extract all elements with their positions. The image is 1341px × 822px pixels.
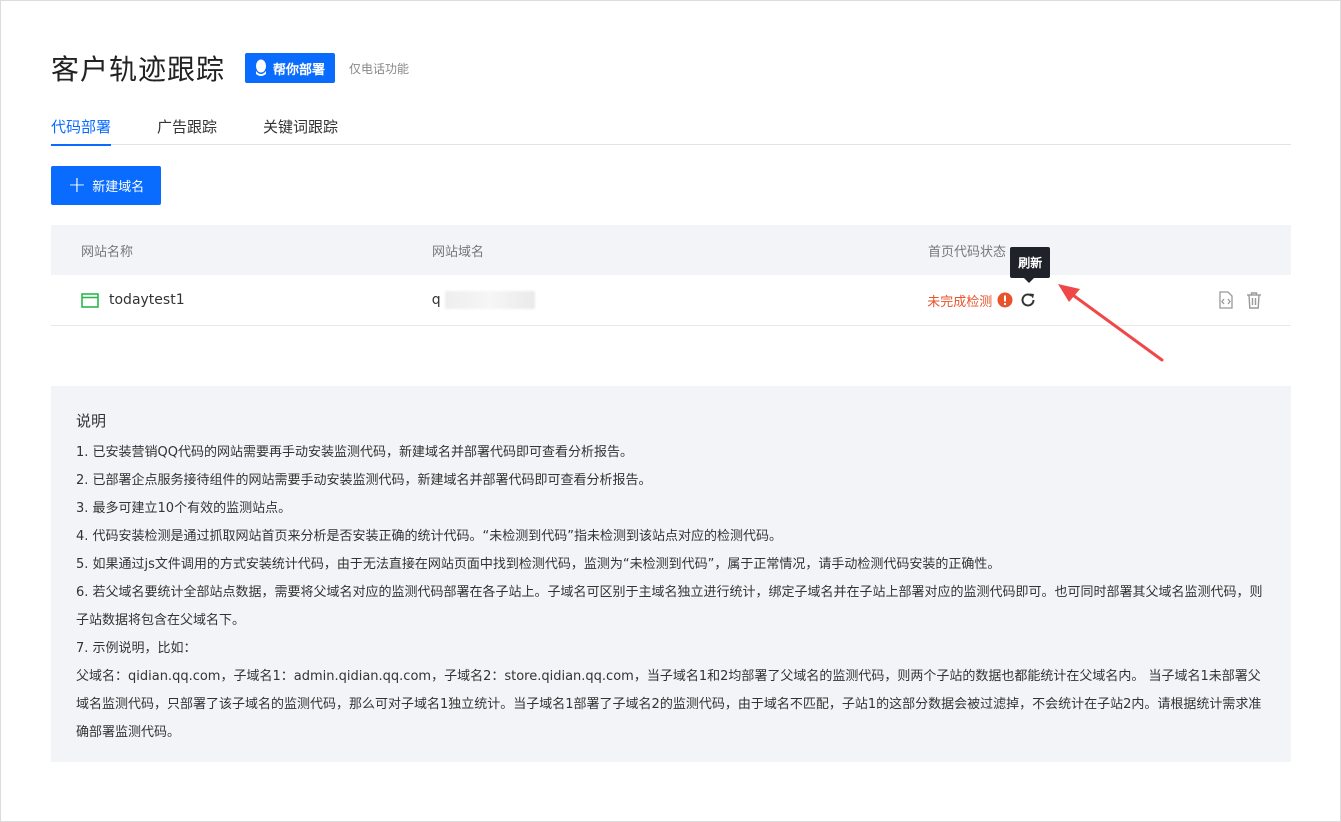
website-icon <box>81 292 99 308</box>
site-name: todaytest1 <box>109 292 185 308</box>
refresh-tooltip: 刷新 <box>1010 246 1051 283</box>
note-line: 2. 已部署企点服务接待组件的网站需要手动安装监测代码，新建域名并部署代码即可查… <box>76 473 652 488</box>
column-header-site-name: 网站名称 <box>81 244 134 260</box>
note-line: 4. 代码安装检测是通过抓取网站首页来分析是否安装正确的统计代码。“未检测到代码… <box>76 529 783 544</box>
note-line: 5. 如果通过js文件调用的方式安装统计代码，由于无法直接在网站页面中找到检测代… <box>76 557 1001 572</box>
note-line: 3. 最多可建立10个有效的监测站点。 <box>76 501 292 516</box>
tab-keyword-tracking[interactable]: 关键词跟踪 <box>263 108 338 145</box>
note-line: 7. 示例说明，比如： <box>76 641 197 656</box>
help-deploy-label: 帮你部署 <box>273 62 326 78</box>
site-domain: q <box>431 292 441 308</box>
status-text: 未完成检测 <box>927 294 993 310</box>
tab-bar: 代码部署 广告跟踪 关键词跟踪 <box>51 108 1291 146</box>
warning-icon <box>997 292 1013 308</box>
column-header-domain: 网站域名 <box>432 244 485 260</box>
tab-code-deploy[interactable]: 代码部署 <box>51 108 112 146</box>
note-line: 父域名：qidian.qq.com，子域名1：admin.qidian.qq.c… <box>76 669 1262 740</box>
new-domain-label: 新建域名 <box>92 180 145 195</box>
table-header: 网站名称 网站域名 首页代码状态 <box>51 225 1291 275</box>
notes-panel: 说明 1. 已安装营销QQ代码的网站需要再手动安装监测代码，新建域名并部署代码即… <box>51 386 1291 762</box>
notes-title: 说明 <box>76 412 107 430</box>
help-deploy-button[interactable]: 帮你部署 <box>245 53 336 83</box>
refresh-icon[interactable] <box>1019 291 1037 309</box>
note-line: 6. 若父域名要统计全部站点数据，需要将父域名对应的监测代码部署在各子站上。子域… <box>76 585 1263 628</box>
column-header-status: 首页代码状态 <box>928 244 1007 260</box>
page-title: 客户轨迹跟踪 <box>51 53 226 86</box>
domain-redacted <box>444 291 535 309</box>
code-file-icon[interactable] <box>1217 291 1235 309</box>
annotation-arrow <box>1058 284 1164 362</box>
tab-ad-tracking[interactable]: 广告跟踪 <box>157 108 217 145</box>
note-line: 1. 已安装营销QQ代码的网站需要再手动安装监测代码，新建域名并部署代码即可查看… <box>76 445 634 460</box>
help-note: 仅电话功能 <box>349 61 410 76</box>
qq-icon <box>256 59 267 76</box>
page-header: 客户轨迹跟踪 帮你部署 仅电话功能 <box>51 50 409 86</box>
new-domain-button[interactable]: + 新建域名 <box>51 166 161 205</box>
trash-icon[interactable] <box>1245 291 1263 309</box>
plus-icon: + <box>67 172 87 198</box>
